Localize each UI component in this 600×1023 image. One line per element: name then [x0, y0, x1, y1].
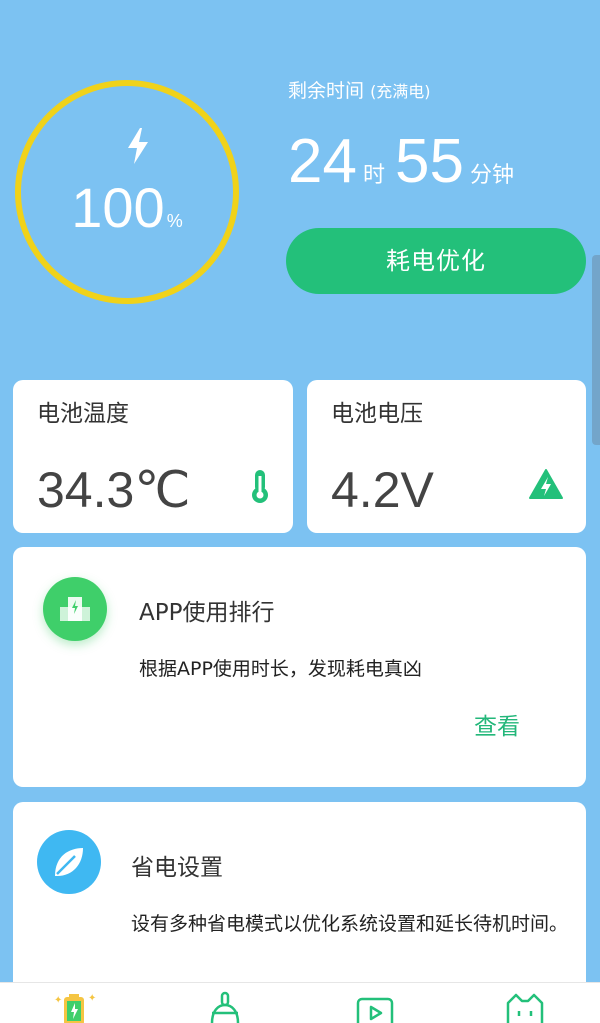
- app-ranking-description: 根据APP使用时长，发现耗电真凶: [139, 658, 422, 680]
- voltage-warning-icon: [529, 469, 563, 499]
- thermometer-icon: [252, 470, 268, 503]
- video-tab-icon[interactable]: [350, 989, 400, 1023]
- remaining-minutes: 55: [394, 127, 464, 196]
- scrollbar-thumb[interactable]: [592, 255, 600, 445]
- battery-percentage: 100%: [71, 176, 183, 239]
- temperature-title: 电池温度: [37, 401, 129, 427]
- voltage-value: 4.2V: [331, 462, 434, 518]
- remaining-hours: 24: [288, 127, 357, 196]
- app-ranking-icon: [43, 577, 107, 641]
- battery-temperature-card: 电池温度 34.3℃: [13, 380, 293, 533]
- app-ranking-title: APP使用排行: [139, 600, 275, 626]
- svg-text:✦: ✦: [88, 993, 96, 1004]
- bottom-navigation: ✦ ✦: [0, 982, 600, 1023]
- view-app-ranking-link[interactable]: 查看: [474, 707, 520, 741]
- power-saving-description: 设有多种省电模式以优化系统设置和延长待机时间。: [131, 913, 569, 935]
- power-saving-settings-card[interactable]: 省电设置 设有多种省电模式以优化系统设置和延长待机时间。: [13, 802, 586, 1002]
- lightning-bolt-icon: [128, 128, 148, 164]
- leaf-icon: [37, 830, 101, 894]
- battery-status-panel: 100% 剩余时间 (充满电) 24 时 55 分钟 耗电优化: [0, 0, 600, 370]
- cat-tab-icon[interactable]: [500, 989, 550, 1023]
- remaining-time-value: 24 时 55 分钟: [288, 127, 514, 196]
- battery-voltage-card: 电池电压 4.2V: [307, 380, 586, 533]
- app-usage-ranking-card[interactable]: APP使用排行 根据APP使用时长，发现耗电真凶 查看: [13, 547, 586, 787]
- svg-text:✦: ✦: [54, 995, 62, 1006]
- broom-tab-icon[interactable]: [200, 989, 250, 1023]
- remaining-time-label: 剩余时间 (充满电): [288, 80, 431, 102]
- optimize-power-button[interactable]: 耗电优化: [286, 228, 586, 294]
- battery-tab-icon[interactable]: ✦ ✦: [50, 989, 100, 1023]
- temperature-value: 34.3℃: [37, 462, 191, 518]
- power-saving-title: 省电设置: [131, 855, 223, 881]
- battery-level-ring: 100%: [15, 80, 239, 304]
- voltage-title: 电池电压: [331, 401, 423, 427]
